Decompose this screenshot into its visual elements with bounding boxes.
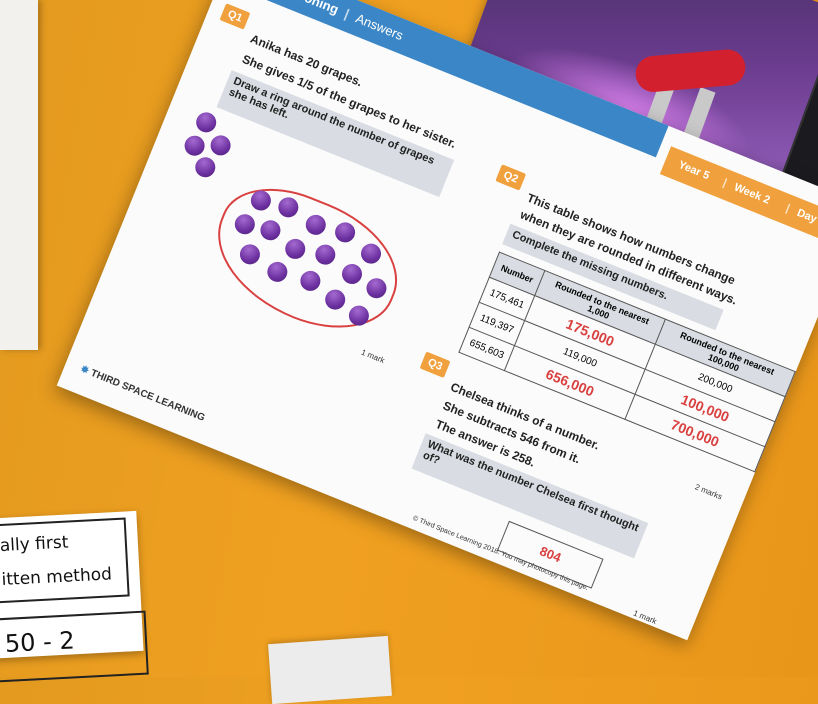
tag-divider: | <box>784 202 792 215</box>
white-board-edge <box>0 0 38 350</box>
q1-badge: Q1 <box>219 3 251 30</box>
card-text: ally first <box>0 532 69 557</box>
q3-instruction-line1: What was the number Chelsea first though… <box>425 438 641 535</box>
answer-ring <box>196 168 417 351</box>
header-title: Rapid Reasoning <box>237 0 341 17</box>
red-guitar <box>634 48 747 94</box>
grape <box>181 132 208 159</box>
q2-badge: Q2 <box>495 164 527 191</box>
grape <box>192 154 219 181</box>
tag-day: Day 1 <box>795 206 818 229</box>
tag-year: Year 5 <box>676 158 712 183</box>
method-card: ally first itten method 50 - 2 <box>0 510 149 683</box>
q2-mark: 2 marks <box>693 482 724 502</box>
gray-paper <box>268 635 392 704</box>
tag-divider: | <box>721 176 729 190</box>
tag-week: Week 2 <box>732 181 772 207</box>
q3-badge: Q3 <box>419 351 451 378</box>
q1-mark: 1 mark <box>359 347 386 366</box>
header-sub: Answers <box>353 10 406 44</box>
logo-text: THIRD SPACE LEARNING <box>89 367 207 424</box>
grape <box>193 109 220 136</box>
q3-mark: 1 mark <box>631 608 658 627</box>
logo: ✸ THIRD SPACE LEARNING <box>79 364 207 424</box>
grape <box>207 132 234 159</box>
card-box <box>0 517 130 604</box>
card-text: 50 - 2 <box>4 626 76 658</box>
header-divider: | <box>342 6 352 22</box>
